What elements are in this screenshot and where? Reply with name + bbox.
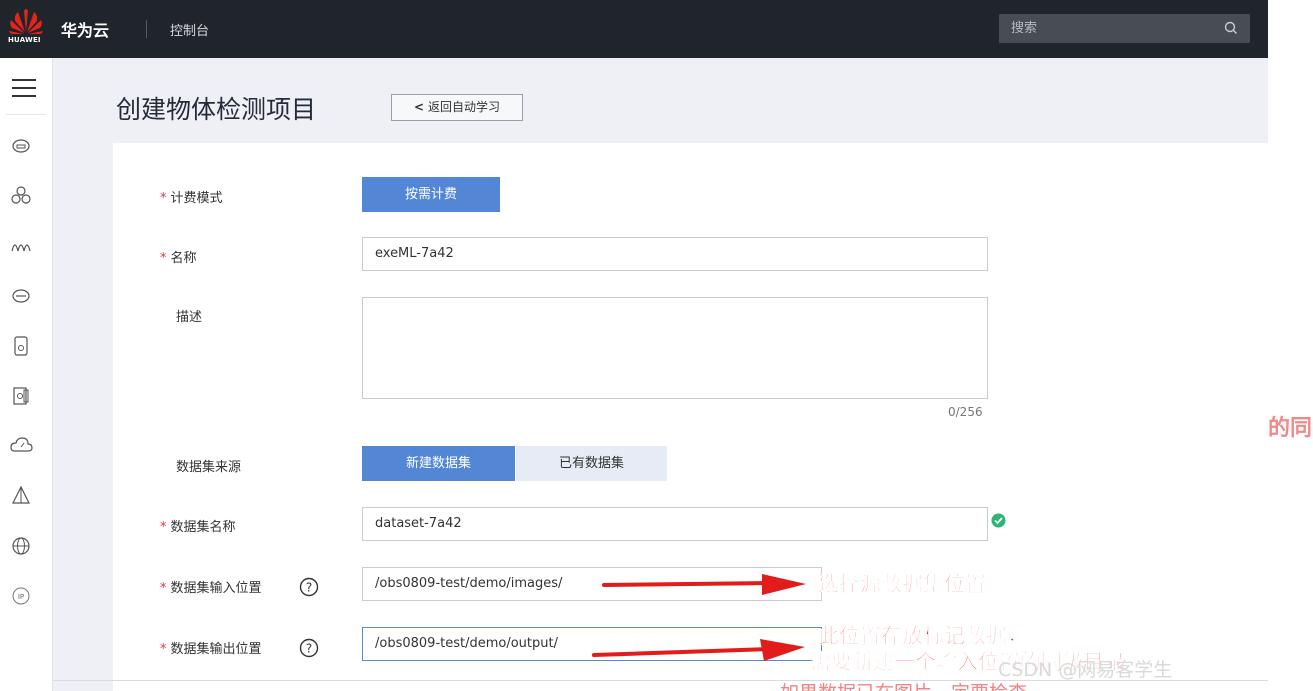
signal-icon[interactable]: [8, 233, 34, 259]
top-nav-bar: HUAWEI 华为云 控制台: [0, 0, 1268, 58]
required-star: *: [160, 520, 167, 535]
ip-icon[interactable]: IP: [8, 583, 34, 609]
name-label: * 名称: [160, 251, 197, 266]
storage-icon[interactable]: [8, 283, 34, 309]
description-label: 描述: [176, 310, 203, 325]
logo-text: HUAWEI: [8, 36, 41, 44]
dataset-output-location-label: * 数据集输出位置: [160, 642, 262, 657]
menu-icon[interactable]: [12, 78, 38, 98]
dataset-name-label: * 数据集名称: [160, 520, 236, 535]
svg-text:?: ?: [306, 642, 312, 656]
required-star: *: [160, 581, 167, 596]
csdn-watermark: CSDN @网易客学生: [998, 659, 1173, 681]
annotation-arrow-icon: [602, 574, 806, 595]
bottom-divider: [53, 680, 1268, 681]
page-title: 创建物体检测项目: [116, 95, 317, 124]
chevron-left-icon: <: [413, 100, 425, 114]
globe-icon[interactable]: [8, 533, 34, 559]
huawei-logo-icon[interactable]: [8, 6, 44, 52]
dataset-input-location-label: * 数据集输入位置: [160, 581, 262, 596]
existing-dataset-tab[interactable]: 已有数据集: [516, 446, 667, 481]
description-char-counter: 0/256: [948, 405, 983, 419]
name-input[interactable]: exeML-7a42: [362, 237, 988, 271]
search-box: [999, 14, 1250, 43]
dataset-source-label: 数据集来源: [176, 460, 242, 475]
console-link[interactable]: 控制台: [170, 20, 209, 39]
bottom-annotation-cut: 如果数据已在图片一定要检查: [780, 681, 1027, 691]
back-button-label: 返回自动学习: [428, 100, 501, 114]
backup-icon[interactable]: [8, 383, 34, 409]
help-icon[interactable]: ?: [299, 577, 319, 597]
container-icon[interactable]: [8, 333, 34, 359]
description-textarea[interactable]: [362, 297, 988, 399]
check-circle-icon: [991, 513, 1006, 528]
cluster-icon[interactable]: [8, 183, 34, 209]
new-dataset-tab[interactable]: 新建数据集: [362, 446, 515, 481]
output-location-annotation-line1: 此位置存放标记数据，: [818, 624, 1029, 649]
cloud-gauge-icon[interactable]: [8, 433, 34, 459]
dataset-name-input[interactable]: dataset-7a42: [362, 507, 988, 541]
billing-mode-label: * 计费模式: [160, 191, 223, 206]
nav-divider: [146, 20, 147, 38]
search-input[interactable]: [999, 14, 1219, 43]
tent-icon[interactable]: [8, 483, 34, 509]
annotation-arrow-icon: [592, 639, 805, 661]
help-icon[interactable]: ?: [299, 638, 319, 658]
billing-on-demand-button[interactable]: 按需计费: [362, 177, 500, 212]
svg-text:IP: IP: [18, 593, 24, 601]
left-sidebar: IP: [0, 58, 53, 691]
right-edge-strip: [1268, 0, 1313, 691]
search-icon[interactable]: [1223, 20, 1239, 36]
cloud-server-icon[interactable]: [8, 133, 34, 159]
form-card: [113, 143, 1268, 691]
back-to-auto-learning-button[interactable]: < 返回自动学习: [391, 94, 523, 121]
required-star: *: [160, 191, 167, 206]
required-star: *: [160, 642, 167, 657]
right-cut-annotation: 的同: [1268, 416, 1313, 441]
svg-text:?: ?: [306, 581, 312, 595]
input-location-annotation: 选择源数据集位置: [818, 572, 987, 597]
brand-name[interactable]: 华为云: [61, 17, 109, 41]
required-star: *: [160, 251, 167, 266]
sidebar-divider: [6, 114, 46, 115]
